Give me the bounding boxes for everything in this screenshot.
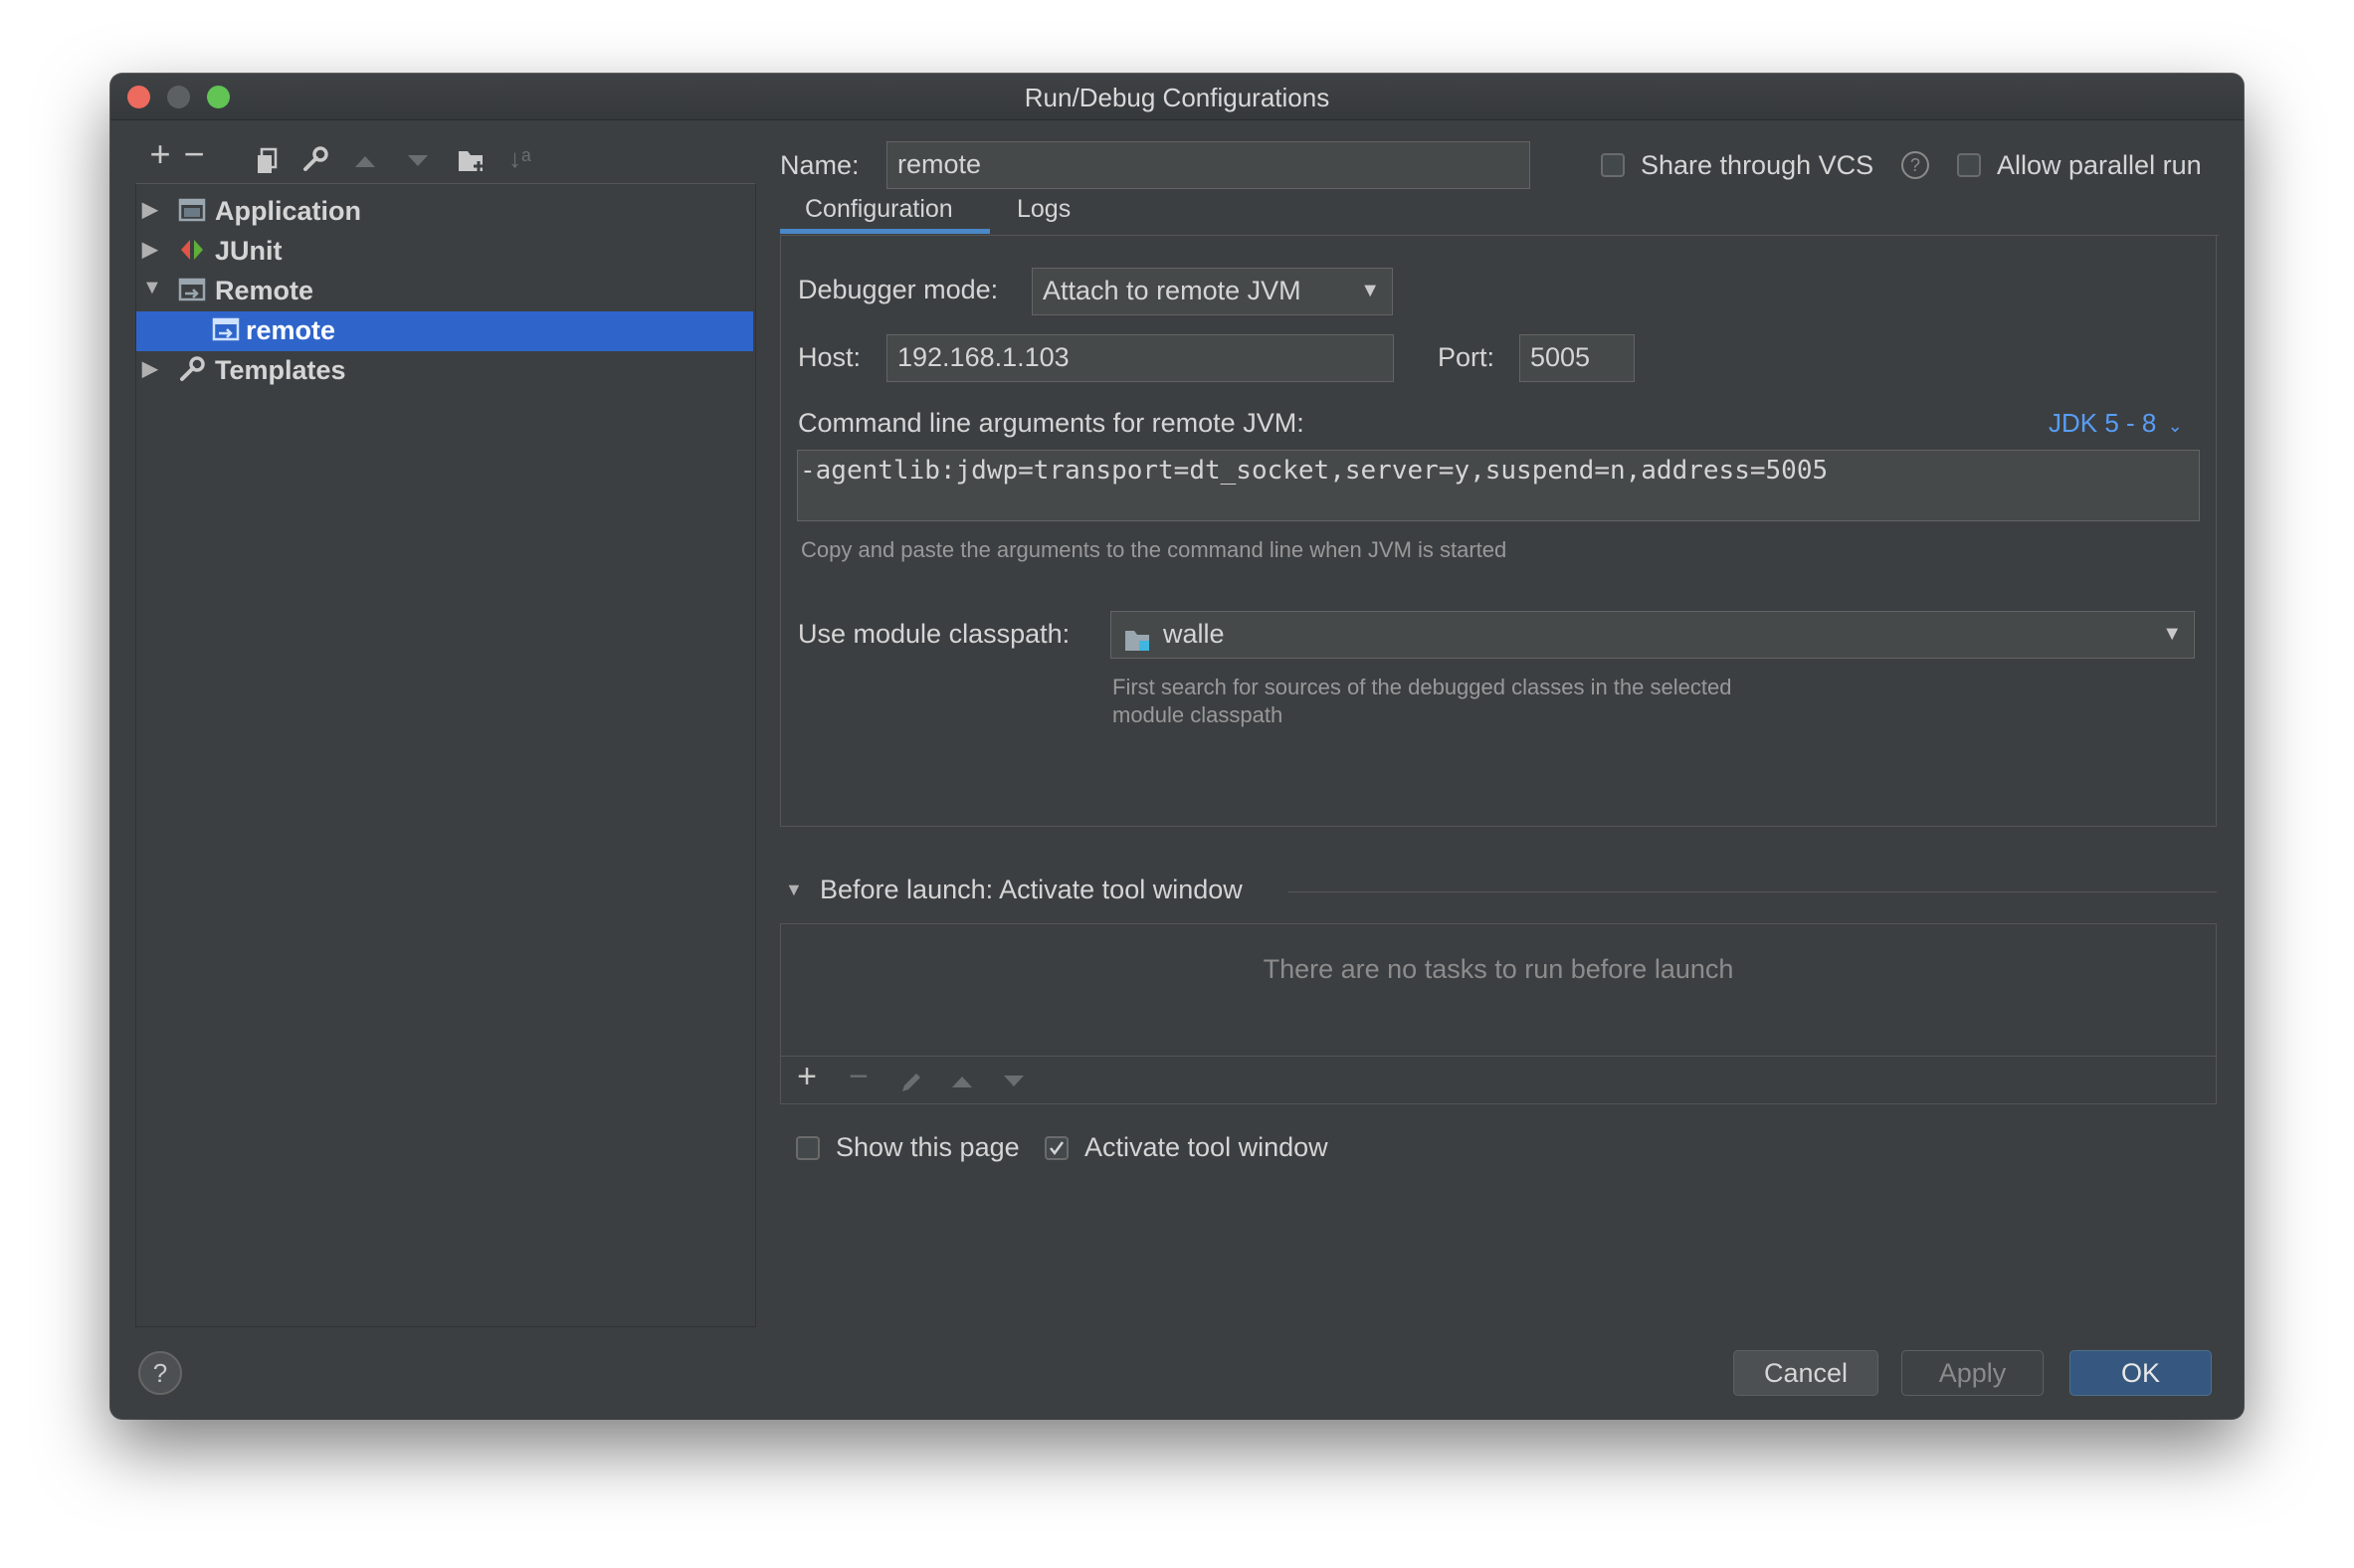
expanded-arrow-icon[interactable]: ▼ [142, 277, 162, 299]
edit-task-icon[interactable] [898, 1070, 924, 1100]
command-line-args-field[interactable]: -agentlib:jdwp=transport=dt_socket,serve… [797, 450, 2200, 521]
allow-parallel-run-checkbox[interactable] [1957, 153, 1981, 177]
classpath-hint-line-1: First search for sources of the debugged… [1112, 675, 1732, 699]
debugger-mode-value: Attach to remote JVM [1043, 276, 1301, 305]
allow-parallel-run-label: Allow parallel run [1997, 150, 2202, 180]
before-launch-title[interactable]: Before launch: Activate tool window [820, 875, 1243, 905]
port-input[interactable]: 5005 [1519, 334, 1635, 382]
jdk-version-link[interactable]: JDK 5 - 8 ⌄ [2049, 408, 2183, 439]
move-up-icon[interactable] [353, 153, 377, 174]
collapsed-arrow-icon[interactable]: ▶ [142, 356, 162, 381]
classpath-hint-line-2: module classpath [1112, 702, 1283, 727]
tree-item-label: Application [215, 196, 361, 226]
remote-icon [178, 276, 206, 303]
wrench-icon [178, 355, 206, 383]
collapsed-arrow-icon[interactable]: ▶ [142, 237, 162, 262]
section-divider [1288, 891, 2217, 892]
name-label: Name: [780, 150, 860, 180]
cancel-button[interactable]: Cancel [1733, 1350, 1878, 1396]
tab-configuration[interactable]: Configuration [805, 195, 953, 224]
show-this-page-checkbox[interactable] [796, 1136, 820, 1160]
tree-item-label: Templates [215, 355, 346, 385]
args-hint: Copy and paste the arguments to the comm… [801, 537, 1507, 562]
tab-logs[interactable]: Logs [1017, 195, 1071, 224]
configuration-panel [780, 236, 2217, 827]
host-input[interactable]: 192.168.1.103 [886, 334, 1394, 382]
add-task-icon[interactable]: + [791, 1060, 823, 1093]
window-title: Run/Debug Configurations [1024, 83, 1330, 112]
ok-button[interactable]: OK [2069, 1350, 2212, 1396]
wrench-icon[interactable] [301, 145, 329, 173]
activate-tool-window-checkbox[interactable] [1045, 1136, 1069, 1160]
active-tab-indicator [780, 229, 990, 234]
collapsed-arrow-icon[interactable]: ▶ [142, 197, 162, 222]
share-vcs-checkbox[interactable] [1601, 153, 1625, 177]
copy-configuration-icon[interactable] [256, 147, 280, 173]
tree-item-remote-group[interactable]: ▼ Remote [136, 272, 753, 311]
apply-button[interactable]: Apply [1901, 1350, 2044, 1396]
jdk-version-label: JDK 5 - 8 [2049, 408, 2157, 438]
application-icon [178, 196, 206, 224]
share-vcs-label: Share through VCS [1641, 150, 1874, 180]
dropdown-arrow-icon: ▼ [1360, 280, 1380, 301]
remote-config-icon [212, 315, 240, 343]
collapse-arrow-icon[interactable]: ▼ [785, 880, 803, 900]
debugger-mode-label: Debugger mode: [798, 275, 999, 304]
help-button[interactable]: ? [138, 1351, 182, 1395]
tree-item-remote-config[interactable]: remote [136, 311, 753, 351]
help-icon[interactable]: ? [1901, 151, 1929, 179]
move-task-down-icon[interactable] [1002, 1074, 1026, 1094]
tree-item-label: JUnit [215, 236, 283, 266]
host-label: Host: [798, 342, 862, 372]
empty-tasks-text: There are no tasks to run before launch [1263, 954, 1734, 984]
module-folder-icon [1123, 622, 1153, 666]
show-this-page-label: Show this page [836, 1132, 1020, 1162]
port-label: Port: [1438, 342, 1495, 372]
run-debug-configurations-dialog: Run/Debug Configurations + − ↓ᵃ ▶ Applic… [110, 74, 2244, 1419]
tree-item-junit[interactable]: ▶ JUnit [136, 232, 753, 272]
move-task-up-icon[interactable] [950, 1074, 974, 1094]
module-classpath-label: Use module classpath: [798, 619, 1071, 649]
tree-item-label: Remote [215, 276, 314, 305]
debugger-mode-select[interactable]: Attach to remote JVM ▼ [1032, 268, 1393, 315]
before-launch-task-list: There are no tasks to run before launch … [780, 923, 2217, 1104]
command-line-args-label: Command line arguments for remote JVM: [798, 408, 1304, 438]
move-down-icon[interactable] [406, 153, 430, 174]
junit-icon [178, 236, 206, 264]
remove-task-icon[interactable]: − [843, 1060, 875, 1093]
configuration-tree: ▶ Application ▶ JUnit ▼ Remote remote ▶ … [135, 183, 756, 1327]
title-bar: Run/Debug Configurations [110, 74, 2244, 120]
tree-item-label: remote [246, 315, 336, 345]
name-input[interactable]: remote [886, 141, 1530, 189]
new-folder-icon[interactable] [457, 147, 487, 178]
tree-item-application[interactable]: ▶ Application [136, 192, 753, 232]
remove-configuration-icon[interactable]: − [178, 136, 210, 172]
sort-icon[interactable]: ↓ᵃ [508, 143, 531, 174]
task-toolbar-divider [781, 1056, 2216, 1057]
dropdown-arrow-icon: ▼ [2162, 623, 2182, 645]
chevron-down-icon: ⌄ [2167, 416, 2183, 436]
activate-tool-window-label: Activate tool window [1084, 1132, 1328, 1162]
module-classpath-select[interactable]: walle ▼ [1110, 611, 2195, 659]
tree-item-templates[interactable]: ▶ Templates [136, 351, 753, 391]
add-configuration-icon[interactable]: + [144, 136, 176, 172]
module-classpath-value: walle [1163, 619, 1225, 649]
